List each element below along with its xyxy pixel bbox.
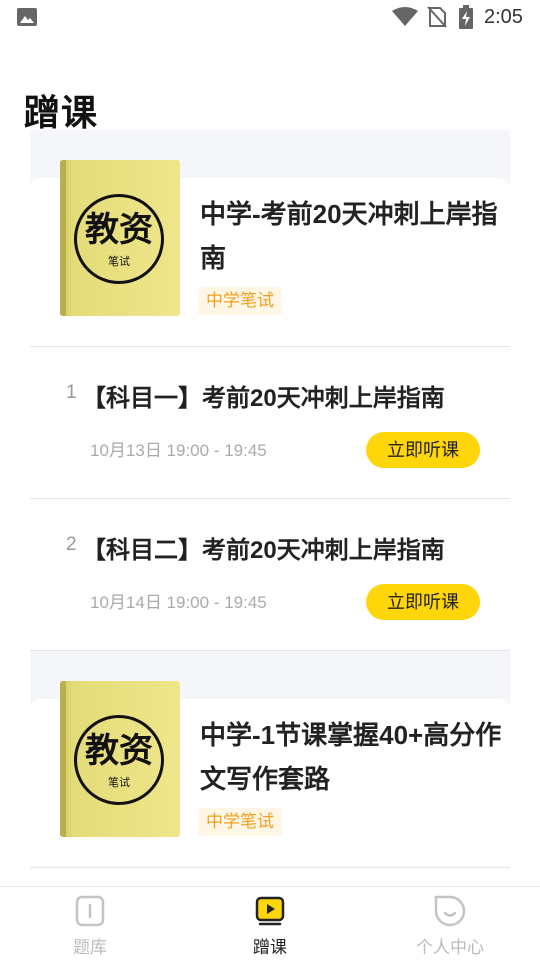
divider: [30, 650, 510, 651]
course-title[interactable]: 中学-1节课掌握40+高分作文写作套路: [200, 713, 512, 801]
page-title: 蹭课: [24, 92, 99, 133]
cover-sub-text: 笔试: [108, 256, 130, 268]
course-tag: 中学笔试: [198, 287, 282, 315]
tab-label: 题库: [73, 938, 107, 957]
course-cover: 教资 笔试: [60, 160, 180, 316]
tab-label: 蹭课: [253, 938, 287, 957]
lesson-number: 1: [66, 382, 77, 403]
tab-profile[interactable]: 个人中心: [360, 887, 540, 961]
course-title[interactable]: 中学-考前20天冲刺上岸指南: [200, 192, 512, 280]
profile-face-icon: [434, 895, 466, 927]
bottom-navigation: 题库 蹭课 个人中心: [0, 886, 540, 961]
battery-charging-icon: [459, 5, 473, 29]
cover-badge: 教资 笔试: [74, 194, 164, 284]
lesson-time: 10月13日 19:00 - 19:45: [90, 441, 267, 460]
lesson-time: 10月14日 19:00 - 19:45: [90, 593, 267, 612]
cover-main-text: 教资: [85, 731, 153, 771]
status-bar: 2:05: [0, 0, 540, 36]
lesson-row[interactable]: [30, 868, 510, 886]
wifi-icon: [392, 7, 418, 26]
lesson-title[interactable]: 【科目一】考前20天冲刺上岸指南: [82, 378, 445, 413]
cover-main-text: 教资: [85, 210, 153, 250]
course-tag: 中学笔试: [198, 808, 282, 836]
cover-sub-text: 笔试: [108, 777, 130, 789]
cover-spine: [60, 681, 66, 837]
lesson-row[interactable]: [30, 347, 510, 498]
listen-now-button[interactable]: 立即听课: [366, 584, 480, 620]
tab-label: 个人中心: [416, 938, 484, 957]
cover-badge: 教资 笔试: [74, 715, 164, 805]
clock: 2:05: [484, 6, 523, 28]
no-sim-icon: [427, 6, 447, 28]
lesson-row[interactable]: [30, 499, 510, 650]
gallery-notification-icon: [17, 8, 37, 26]
course-cover: 教资 笔试: [60, 681, 180, 837]
lesson-title[interactable]: 【科目二】考前20天冲刺上岸指南: [82, 530, 445, 565]
video-play-icon: [255, 896, 285, 926]
lesson-number: 2: [66, 534, 77, 555]
listen-now-button[interactable]: 立即听课: [366, 432, 480, 468]
tab-question-bank[interactable]: 题库: [0, 887, 180, 961]
tab-free-class[interactable]: 蹭课: [180, 887, 360, 961]
cover-spine: [60, 160, 66, 316]
question-bank-icon: [75, 895, 105, 927]
